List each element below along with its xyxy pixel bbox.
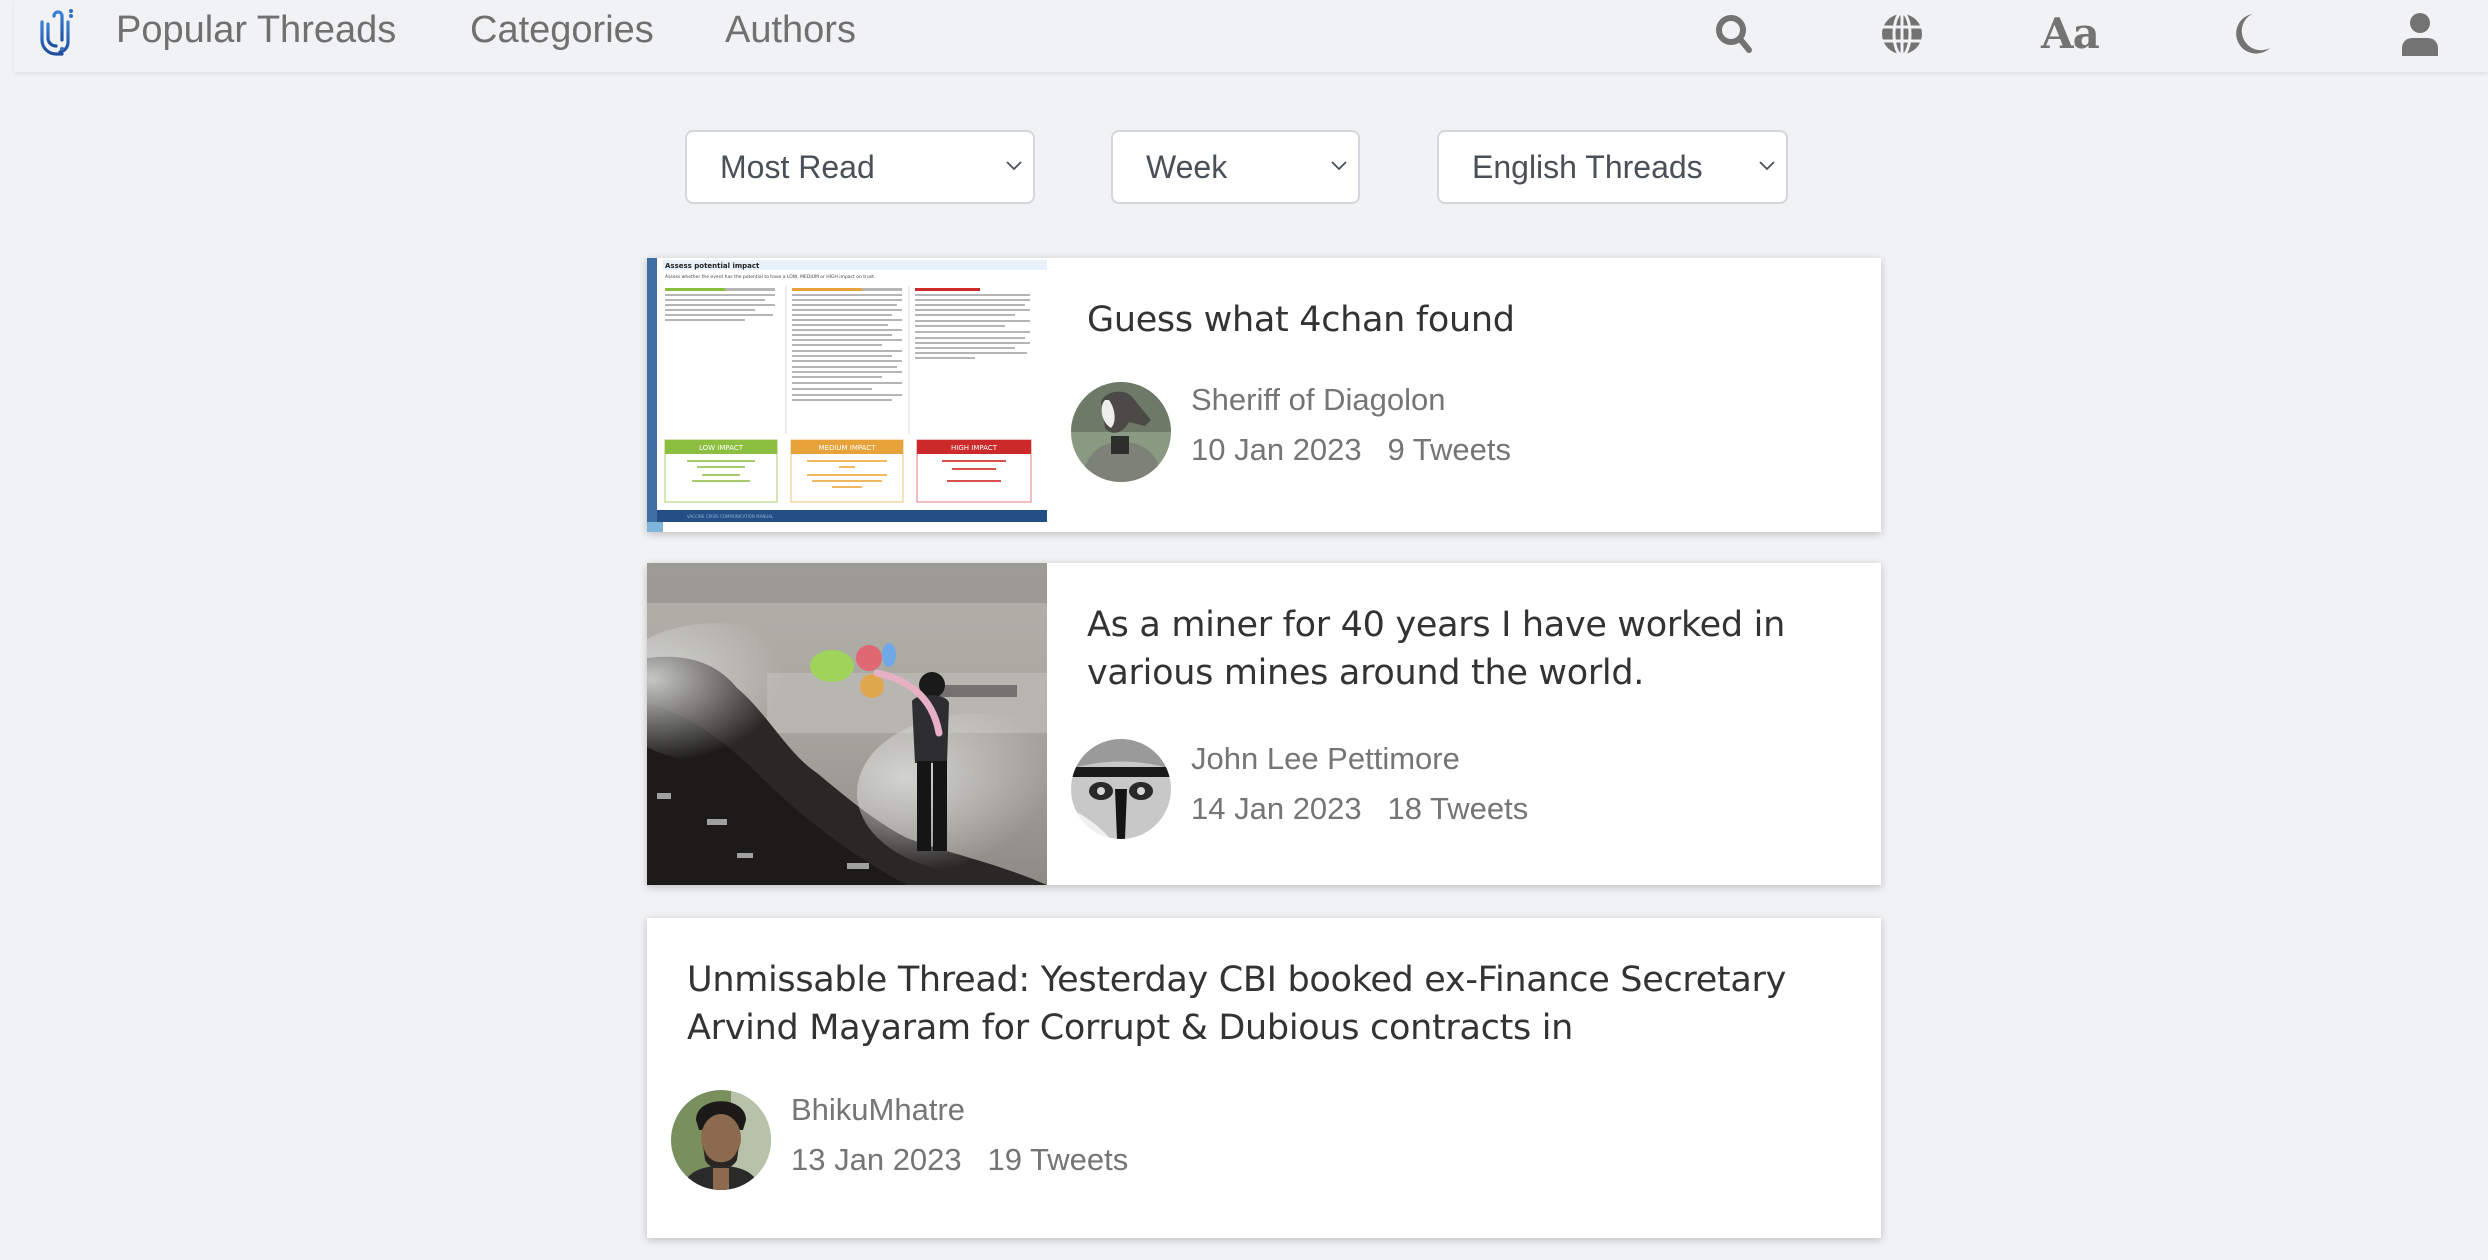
author-avatar[interactable] <box>1071 739 1171 839</box>
thumbnail-box-high: HIGH IMPACT <box>951 444 998 452</box>
globe-icon[interactable] <box>1878 10 1926 58</box>
boy-figure <box>912 672 949 851</box>
language-select-value: English Threads <box>1472 149 1703 185</box>
tweet-count: 9 Tweets <box>1387 432 1512 467</box>
search-icon[interactable] <box>1711 10 1759 58</box>
language-select[interactable]: English Threads <box>1437 130 1788 204</box>
thread-meta: 14 Jan 2023 18 Tweets <box>1191 789 1528 829</box>
thumbnail-subheading: Assess whether the event has the potenti… <box>665 274 875 280</box>
thread-card[interactable]: As a miner for 40 years I have worked in… <box>647 563 1881 885</box>
sort-select-value: Most Read <box>720 149 875 185</box>
tweet-count: 19 Tweets <box>987 1142 1129 1177</box>
thread-thumbnail <box>647 563 1047 885</box>
author-name[interactable]: John Lee Pettimore <box>1191 739 1460 779</box>
thread-date: 13 Jan 2023 <box>791 1142 962 1177</box>
thread-title[interactable]: Guess what 4chan found <box>1087 296 1847 344</box>
thread-date: 10 Jan 2023 <box>1191 432 1362 467</box>
thread-card[interactable]: Unmissable Thread: Yesterday CBI booked … <box>647 918 1881 1238</box>
thumbnail-heading: Assess potential impact <box>665 262 760 270</box>
author-avatar[interactable] <box>1071 382 1171 482</box>
thread-card[interactable]: Assess potential impact Assess whether t… <box>647 258 1881 532</box>
top-navbar: Popular Threads Categories Authors Aa <box>14 0 2488 72</box>
user-icon[interactable] <box>2396 10 2444 58</box>
sort-select[interactable]: Most Read <box>685 130 1035 204</box>
moon-icon[interactable] <box>2226 10 2274 58</box>
thread-meta: 13 Jan 2023 19 Tweets <box>791 1140 1128 1180</box>
author-name[interactable]: BhikuMhatre <box>791 1090 965 1130</box>
font-size-icon[interactable]: Aa <box>2041 6 2100 62</box>
thread-thumbnail: Assess potential impact Assess whether t… <box>647 258 1047 532</box>
nav-authors[interactable]: Authors <box>725 6 856 54</box>
nav-popular-threads[interactable]: Popular Threads <box>116 6 396 54</box>
thread-meta: 10 Jan 2023 9 Tweets <box>1191 430 1511 470</box>
thread-title[interactable]: As a miner for 40 years I have worked in… <box>1087 601 1847 697</box>
author-name[interactable]: Sheriff of Diagolon <box>1191 380 1445 420</box>
chevron-down-icon <box>1331 161 1347 171</box>
tweet-count: 18 Tweets <box>1387 791 1529 826</box>
thread-title[interactable]: Unmissable Thread: Yesterday CBI booked … <box>687 956 1837 1052</box>
period-select[interactable]: Week <box>1111 130 1360 204</box>
author-avatar[interactable] <box>671 1090 771 1190</box>
thread-date: 14 Jan 2023 <box>1191 791 1362 826</box>
chevron-down-icon <box>1006 161 1022 171</box>
app-logo[interactable] <box>36 2 78 60</box>
thumbnail-box-low: LOW IMPACT <box>699 444 744 452</box>
period-select-value: Week <box>1146 149 1228 185</box>
thumbnail-box-medium: MEDIUM IMPACT <box>818 444 876 452</box>
nav-categories[interactable]: Categories <box>470 6 654 54</box>
thumbnail-footer: VACCINE CRISIS COMMUNICATION MANUAL <box>687 514 774 519</box>
chevron-down-icon <box>1759 161 1775 171</box>
